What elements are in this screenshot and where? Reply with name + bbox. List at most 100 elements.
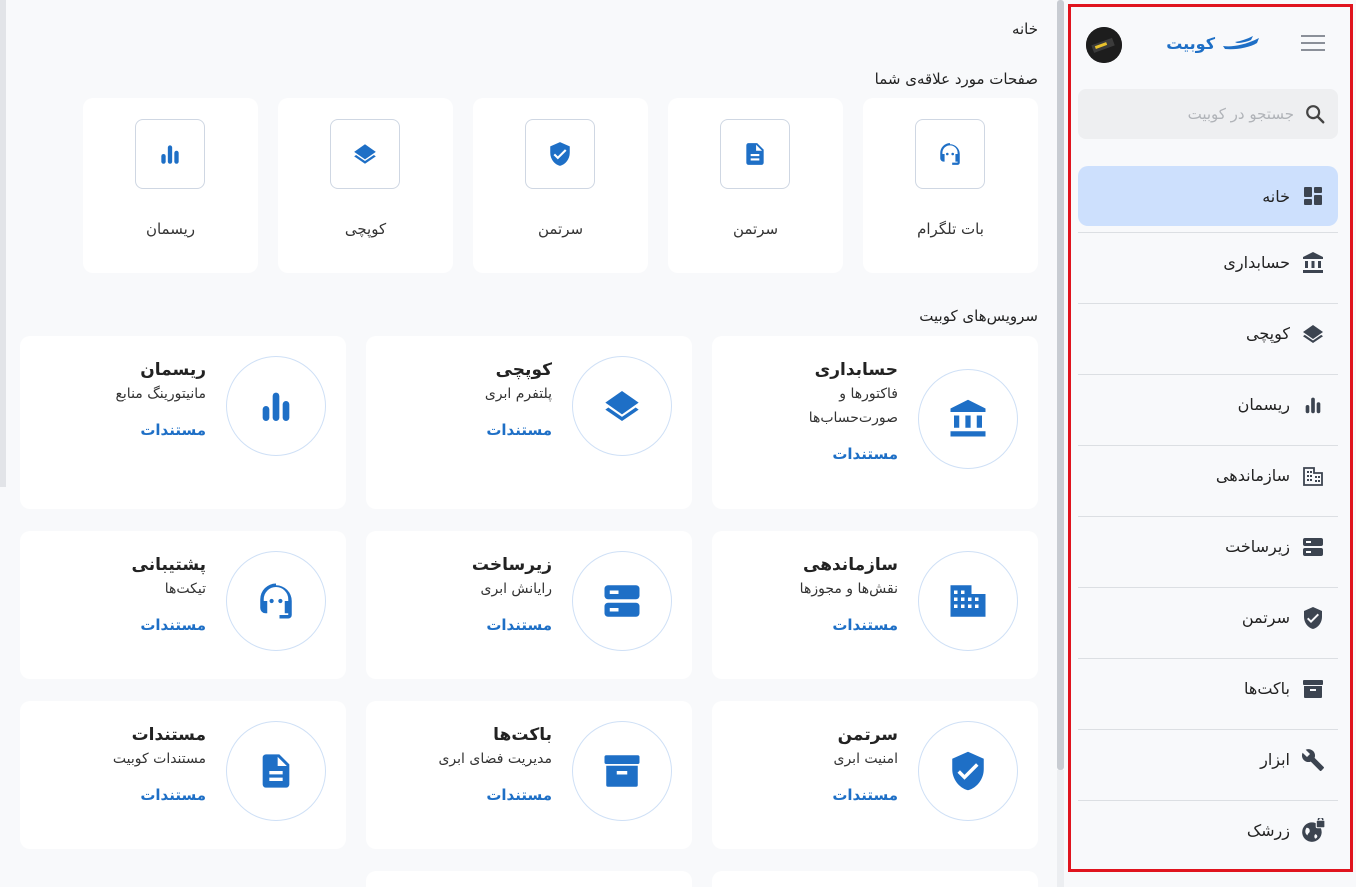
service-docs-link[interactable]: مستندات [36,418,206,442]
sidebar-item-risman[interactable]: ریسمان [1078,374,1338,434]
service-name: سرتمن [837,725,898,745]
services-title: سرویس‌های کوبیت [919,307,1038,325]
service-card[interactable]: زیرساخت رایانش ابری مستندات [366,531,692,679]
left-edge-line [0,0,6,487]
service-docs-link[interactable]: مستندات [382,418,552,442]
globe-lock-icon [1300,817,1326,844]
sidebar-item-tools[interactable]: ابزار [1078,729,1338,789]
bar-chart-icon [1300,392,1326,418]
server-icon [572,551,672,651]
building-icon [1300,463,1326,489]
service-name: باکت‌ها [493,725,552,745]
service-name: مستندات [131,725,206,745]
service-name: کوپچی [495,360,552,380]
service-desc: امنیت ابری [833,751,898,767]
service-docs-link[interactable]: مستندات [36,783,206,807]
service-name: پشتیبانی [131,555,206,575]
favorite-card[interactable]: ریسمان [83,98,258,273]
sidebar-item-home[interactable]: خانه [1078,166,1338,226]
sidebar: کوبیت خانه حسابداری کوپچی ریسمان سازماند… [1068,4,1353,872]
service-card[interactable]: سازماندهی نقش‌ها و مجوزها مستندات [712,531,1038,679]
main-scrollbar-thumb[interactable] [1057,0,1064,770]
favorite-card[interactable]: سرتمن [473,98,648,273]
service-desc: مانیتورینگ منابع [115,386,206,402]
favorite-label: بات تلگرام [917,220,984,238]
sidebar-item-label: زرشک [1246,821,1290,840]
favorites-title: صفحات مورد علاقه‌ی شما [874,70,1038,88]
favorite-label: سرتمن [732,220,779,238]
headset-icon [226,551,326,651]
bar-chart-icon [135,119,205,189]
sidebar-item-koupchi[interactable]: کوپچی [1078,303,1338,363]
sidebar-item-label: زیرساخت [1225,537,1290,556]
service-card[interactable]: مستندات مستندات کوبیت مستندات [20,701,346,849]
avatar[interactable] [1086,27,1122,63]
sidebar-item-zereshk[interactable]: زرشک [1078,800,1338,860]
layers-icon [1300,321,1326,347]
building-icon [918,551,1018,651]
sidebar-item-label: خانه [1262,186,1290,206]
shield-check-icon [525,119,595,189]
service-desc: رایانش ابری [480,581,552,597]
document-icon [720,119,790,189]
server-icon [1300,534,1326,560]
service-desc: تیکت‌ها [164,581,206,597]
bank-icon [918,369,1018,469]
sidebar-item-accounting[interactable]: حسابداری [1078,232,1338,292]
favorite-card[interactable]: بات تلگرام [863,98,1038,273]
bank-icon [1300,250,1326,276]
service-desc: مدیریت فضای ابری [438,751,552,767]
favorite-card[interactable]: سرتمن [668,98,843,273]
service-docs-link[interactable]: مستندات [382,613,552,637]
service-card[interactable]: ریسمان مانیتورینگ منابع مستندات [20,336,346,509]
favorite-label: کوپچی [344,220,387,238]
main-scrollbar-track[interactable] [1057,770,1064,887]
sidebar-item-sartman[interactable]: سرتمن [1078,587,1338,647]
service-name: سازماندهی [803,555,898,575]
service-card[interactable]: حسابداری فاکتورها و صورت‌حساب‌ها مستندات [712,336,1038,509]
service-card[interactable]: سرتمن امنیت ابری مستندات [712,701,1038,849]
archive-box-icon [572,721,672,821]
search-input[interactable] [1094,105,1294,123]
service-desc-line2: صورت‌حساب‌ها [808,410,898,426]
service-card[interactable]: باکت‌ها مدیریت فضای ابری مستندات [366,701,692,849]
layers-icon [330,119,400,189]
sidebar-item-label: حسابداری [1223,253,1290,272]
favorite-label: ریسمان [145,220,196,238]
sidebar-item-label: سرتمن [1241,608,1290,627]
sidebar-item-label: سازماندهی [1215,466,1290,485]
service-card[interactable]: کوپچی پلتفرم ابری مستندات [366,336,692,509]
boat-logo-icon [1223,36,1259,50]
service-docs-link[interactable]: مستندات [382,783,552,807]
service-docs-link[interactable]: مستندات [36,613,206,637]
headset-icon [915,119,985,189]
sidebar-item-organization[interactable]: سازماندهی [1078,445,1338,505]
brand-logo[interactable]: کوبیت [1161,31,1261,55]
shield-check-icon [1300,605,1326,631]
sidebar-item-buckets[interactable]: باکت‌ها [1078,658,1338,718]
search-box[interactable] [1078,89,1338,139]
service-card-partial[interactable] [712,871,1038,887]
service-desc: فاکتورها و [839,386,898,402]
shield-check-icon [918,721,1018,821]
sidebar-item-label: کوپچی [1246,324,1290,343]
sidebar-item-infrastructure[interactable]: زیرساخت [1078,516,1338,576]
bar-chart-icon [226,356,326,456]
wrench-icon [1300,747,1326,773]
service-docs-link[interactable]: مستندات [728,783,898,807]
document-icon [226,721,326,821]
favorite-card[interactable]: کوپچی [278,98,453,273]
service-desc: نقش‌ها و مجوزها [799,581,898,597]
service-card-partial[interactable] [366,871,692,887]
menu-icon[interactable] [1301,35,1325,53]
sidebar-item-label: ریسمان [1237,395,1290,414]
archive-box-icon [1300,676,1326,702]
service-docs-link[interactable]: مستندات [728,613,898,637]
service-docs-link[interactable]: مستندات [728,442,898,466]
breadcrumb: خانه [1011,20,1038,38]
service-name: حسابداری [814,360,898,380]
layers-icon [572,356,672,456]
service-desc: پلتفرم ابری [484,386,552,402]
sidebar-item-label: باکت‌ها [1244,679,1290,698]
service-card[interactable]: پشتیبانی تیکت‌ها مستندات [20,531,346,679]
